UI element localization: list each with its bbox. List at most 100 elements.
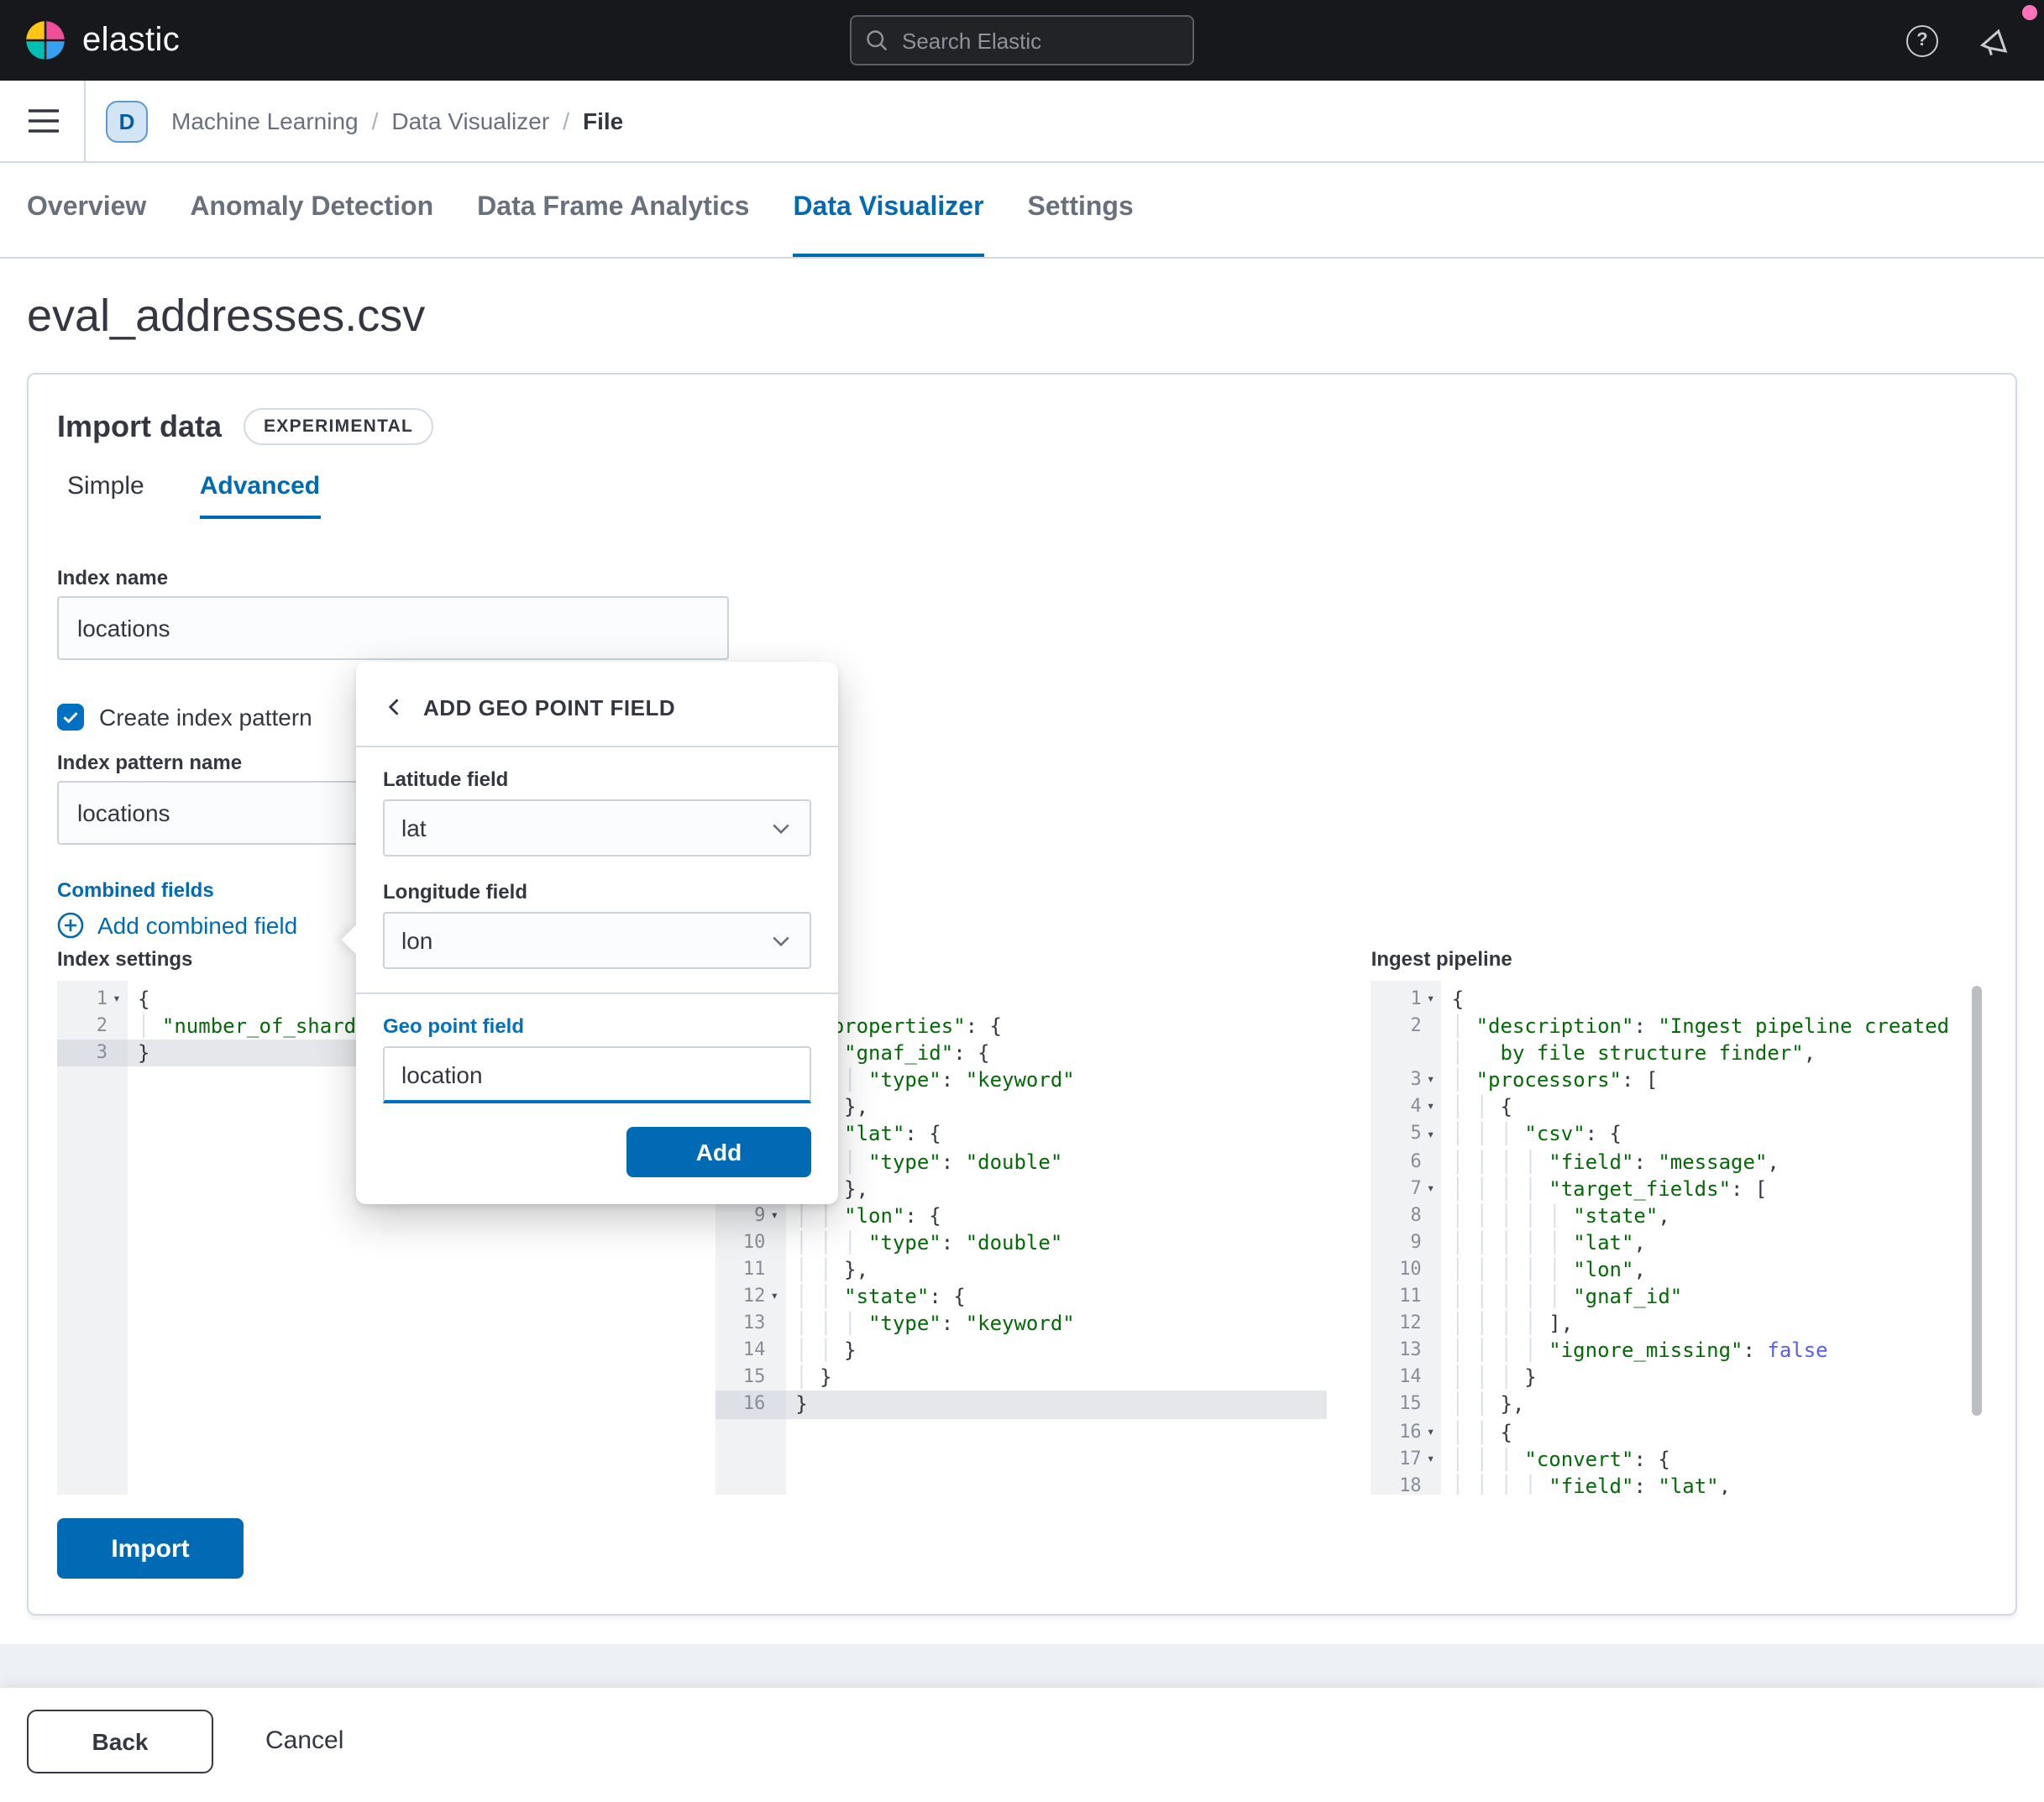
geo-point-field-label: Geo point field <box>383 1014 524 1038</box>
create-index-pattern-checkbox[interactable] <box>57 704 84 731</box>
editor-scrollbar[interactable] <box>1972 986 1982 1416</box>
popover-divider <box>356 746 838 747</box>
add-button[interactable]: Add <box>626 1127 811 1177</box>
breadcrumb-bar: D Machine Learning / Data Visualizer / F… <box>0 81 2044 163</box>
editors-row: Index settings 1▾{2│ "number_of_shards":… <box>57 947 1987 1495</box>
add-combined-field-label: Add combined field <box>97 912 298 939</box>
add-combined-field-button[interactable]: Add combined field <box>57 912 297 939</box>
line-number: 2 <box>96 1014 107 1037</box>
back-button[interactable]: Back <box>27 1709 213 1773</box>
notification-dot <box>2022 5 2037 20</box>
fold-arrow-icon[interactable]: ▾ <box>107 992 126 1006</box>
line-number: 7 <box>1410 1176 1422 1199</box>
fold-arrow-icon[interactable]: ▾ <box>1422 1451 1440 1465</box>
app-window: elastic ? D Machine Learning <box>0 0 2044 1802</box>
import-mode-tabs: Simple Advanced <box>57 472 1987 519</box>
line-number: 9 <box>1410 1230 1422 1253</box>
line-number: 16 <box>742 1392 766 1415</box>
code-line: 1▾{ <box>1371 986 1987 1013</box>
line-number: 10 <box>1399 1257 1422 1280</box>
fold-arrow-icon[interactable]: ▾ <box>1422 1181 1440 1195</box>
space-avatar[interactable]: D <box>106 100 148 142</box>
code-line: 10 │ │ │ │ │ "lon", <box>1371 1256 1987 1283</box>
breadcrumb-machine-learning[interactable]: Machine Learning <box>171 107 359 134</box>
code-line: 16 ▾ │ │ { <box>1371 1418 1987 1445</box>
line-number: 4 <box>1410 1095 1422 1118</box>
create-index-pattern-label[interactable]: Create index pattern <box>99 704 312 731</box>
line-number: 14 <box>1399 1365 1422 1388</box>
latitude-field-value: lat <box>401 815 427 841</box>
menu-button[interactable] <box>20 101 67 141</box>
ingest-pipeline-editor[interactable]: 1 ▾{2 │ "description": "Ingest pipeline cr… <box>1371 981 1987 1495</box>
fold-arrow-icon[interactable]: ▾ <box>1422 1424 1440 1438</box>
popover-title: ADD GEO POINT FIELD <box>423 694 676 720</box>
ingest-pipeline-label: Ingest pipeline <box>1371 947 1512 971</box>
index-name-input[interactable] <box>57 596 729 660</box>
code-line: 6 │ │ │ │ "field": "message", <box>1371 1148 1987 1175</box>
latitude-field-label: Latitude field <box>383 767 509 791</box>
combined-fields-label: Combined fields <box>57 878 214 902</box>
chevron-down-icon <box>773 824 789 835</box>
line-number: 1 <box>96 987 107 1009</box>
fold-arrow-icon[interactable]: ▾ <box>1422 1100 1440 1114</box>
line-number: 3 <box>96 1041 107 1064</box>
line-number: 16 <box>1399 1420 1422 1442</box>
footer-divider-band <box>0 1644 2044 1688</box>
panel-title: Import data <box>57 409 223 443</box>
code-line: 14 │ │ │ } <box>1371 1365 1987 1391</box>
code-line: 8 │ │ │ │ │ "state", <box>1371 1202 1987 1229</box>
line-number: 13 <box>1399 1338 1422 1361</box>
tab-data-frame-analytics[interactable]: Data Frame Analytics <box>477 163 749 257</box>
tab-overview[interactable]: Overview <box>27 163 146 257</box>
fold-arrow-icon[interactable]: ▾ <box>1422 1073 1440 1087</box>
import-button[interactable]: Import <box>57 1518 244 1579</box>
experimental-badge: EXPERIMENTAL <box>244 408 434 445</box>
bottom-bar: Back Cancel <box>0 1688 2044 1794</box>
breadcrumb: Machine Learning / Data Visualizer / Fil… <box>171 107 623 134</box>
check-icon <box>63 712 78 724</box>
geo-point-field-input[interactable] <box>383 1046 811 1103</box>
line-number: 12 <box>1399 1312 1422 1334</box>
page-title: eval_addresses.csv <box>27 291 426 341</box>
line-number: 11 <box>742 1257 766 1280</box>
code-line: 10 │ │ │ "type": "double" <box>715 1229 1327 1256</box>
code-line: 5 ▾ │ │ │ "csv": { <box>1371 1121 1987 1148</box>
global-search[interactable] <box>850 15 1194 65</box>
longitude-field-select[interactable]: lon <box>383 912 811 969</box>
breadcrumb-data-visualizer[interactable]: Data Visualizer <box>391 107 549 134</box>
add-geo-point-field-popover: ADD GEO POINT FIELD Latitude field lat L… <box>341 662 838 1204</box>
fold-arrow-icon[interactable]: ▾ <box>765 1208 784 1223</box>
index-name-label: Index name <box>57 566 169 589</box>
tab-advanced[interactable]: Advanced <box>199 472 321 519</box>
tab-data-visualizer[interactable]: Data Visualizer <box>793 163 984 257</box>
line-number: 12 <box>742 1285 766 1307</box>
longitude-field-label: Longitude field <box>383 880 527 904</box>
search-input[interactable] <box>899 26 1179 55</box>
line-number: 6 <box>1410 1150 1422 1172</box>
popover-divider <box>356 993 838 994</box>
popover-back-button[interactable] <box>383 695 406 719</box>
latitude-field-select[interactable]: lat <box>383 799 811 856</box>
tab-anomaly-detection[interactable]: Anomaly Detection <box>190 163 433 257</box>
tab-settings[interactable]: Settings <box>1028 163 1134 257</box>
import-data-panel: Import data EXPERIMENTAL Simple Advanced… <box>27 373 2017 1616</box>
help-icon[interactable]: ? <box>1906 24 1938 56</box>
newsfeed-cheer-icon[interactable] <box>1978 24 2010 56</box>
code-line: 14 │ │ } <box>715 1337 1327 1364</box>
cancel-button[interactable]: Cancel <box>265 1726 343 1755</box>
fold-arrow-icon[interactable]: ▾ <box>765 1289 784 1303</box>
fold-arrow-icon[interactable]: ▾ <box>1422 1127 1440 1141</box>
brand[interactable]: elastic <box>24 18 275 62</box>
code-line: 18 │ │ │ │ "field": "lat", <box>1371 1472 1987 1495</box>
code-line: 17 ▾ │ │ │ "convert": { <box>1371 1445 1987 1472</box>
code-line: 2 │ "description": "Ingest pipeline creat… <box>1371 1013 1987 1040</box>
fold-arrow-icon[interactable]: ▾ <box>1422 992 1440 1006</box>
tab-simple[interactable]: Simple <box>67 472 144 519</box>
brand-name: elastic <box>82 21 181 58</box>
plus-in-circle-icon <box>57 912 84 939</box>
search-icon <box>867 30 888 51</box>
line-number: 14 <box>742 1338 766 1361</box>
code-line: 9 ▾ │ │ "lon": { <box>715 1202 1327 1229</box>
code-line: 12 ▾ │ │ "state": { <box>715 1283 1327 1310</box>
code-line: 13 │ │ │ "type": "keyword" <box>715 1310 1327 1337</box>
